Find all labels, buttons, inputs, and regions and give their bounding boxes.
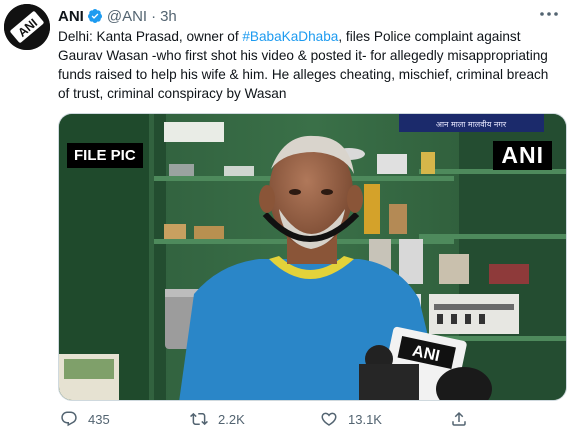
timestamp[interactable]: 3h bbox=[160, 8, 177, 25]
separator-dot: · bbox=[151, 7, 157, 25]
retweet-icon bbox=[190, 412, 208, 426]
tweet-media-photo[interactable]: आन माला मालवीय नगर ANI FILE PIC ANI bbox=[58, 113, 567, 401]
tweet-header: ANI @ANI · 3h bbox=[58, 6, 177, 26]
ani-watermark: ANI bbox=[493, 141, 552, 170]
user-handle[interactable]: @ANI bbox=[107, 8, 147, 25]
heart-icon bbox=[321, 412, 337, 426]
reply-icon bbox=[61, 411, 77, 427]
share-button[interactable] bbox=[450, 410, 478, 428]
tweet-text: Delhi: Kanta Prasad, owner of #BabaKaDha… bbox=[58, 27, 563, 103]
reply-button[interactable]: 435 bbox=[60, 410, 110, 428]
retweet-button[interactable]: 2.2K bbox=[190, 410, 245, 428]
shop-sign-text: आन माला मालवीय नगर bbox=[436, 119, 507, 129]
tweet-text-before: Delhi: Kanta Prasad, owner of bbox=[58, 29, 243, 44]
retweet-count: 2.2K bbox=[218, 411, 245, 427]
reply-count: 435 bbox=[88, 411, 110, 427]
like-button[interactable]: 13.1K bbox=[320, 410, 382, 428]
tweet-card: ANI ANI @ANI · 3h Delhi: Kanta Prasad, o… bbox=[0, 0, 571, 432]
hashtag-link[interactable]: #BabaKaDhaba bbox=[242, 29, 338, 44]
ani-logo-icon: ANI bbox=[4, 4, 50, 50]
like-count: 13.1K bbox=[348, 411, 382, 427]
display-name[interactable]: ANI bbox=[58, 8, 84, 25]
verified-badge-icon bbox=[87, 9, 102, 23]
share-icon bbox=[452, 411, 466, 426]
tweet-actions: 435 2.2K 13.1K bbox=[58, 410, 563, 430]
more-options-icon[interactable] bbox=[537, 4, 561, 24]
file-pic-label: FILE PIC bbox=[67, 143, 143, 168]
avatar[interactable]: ANI bbox=[4, 4, 50, 50]
